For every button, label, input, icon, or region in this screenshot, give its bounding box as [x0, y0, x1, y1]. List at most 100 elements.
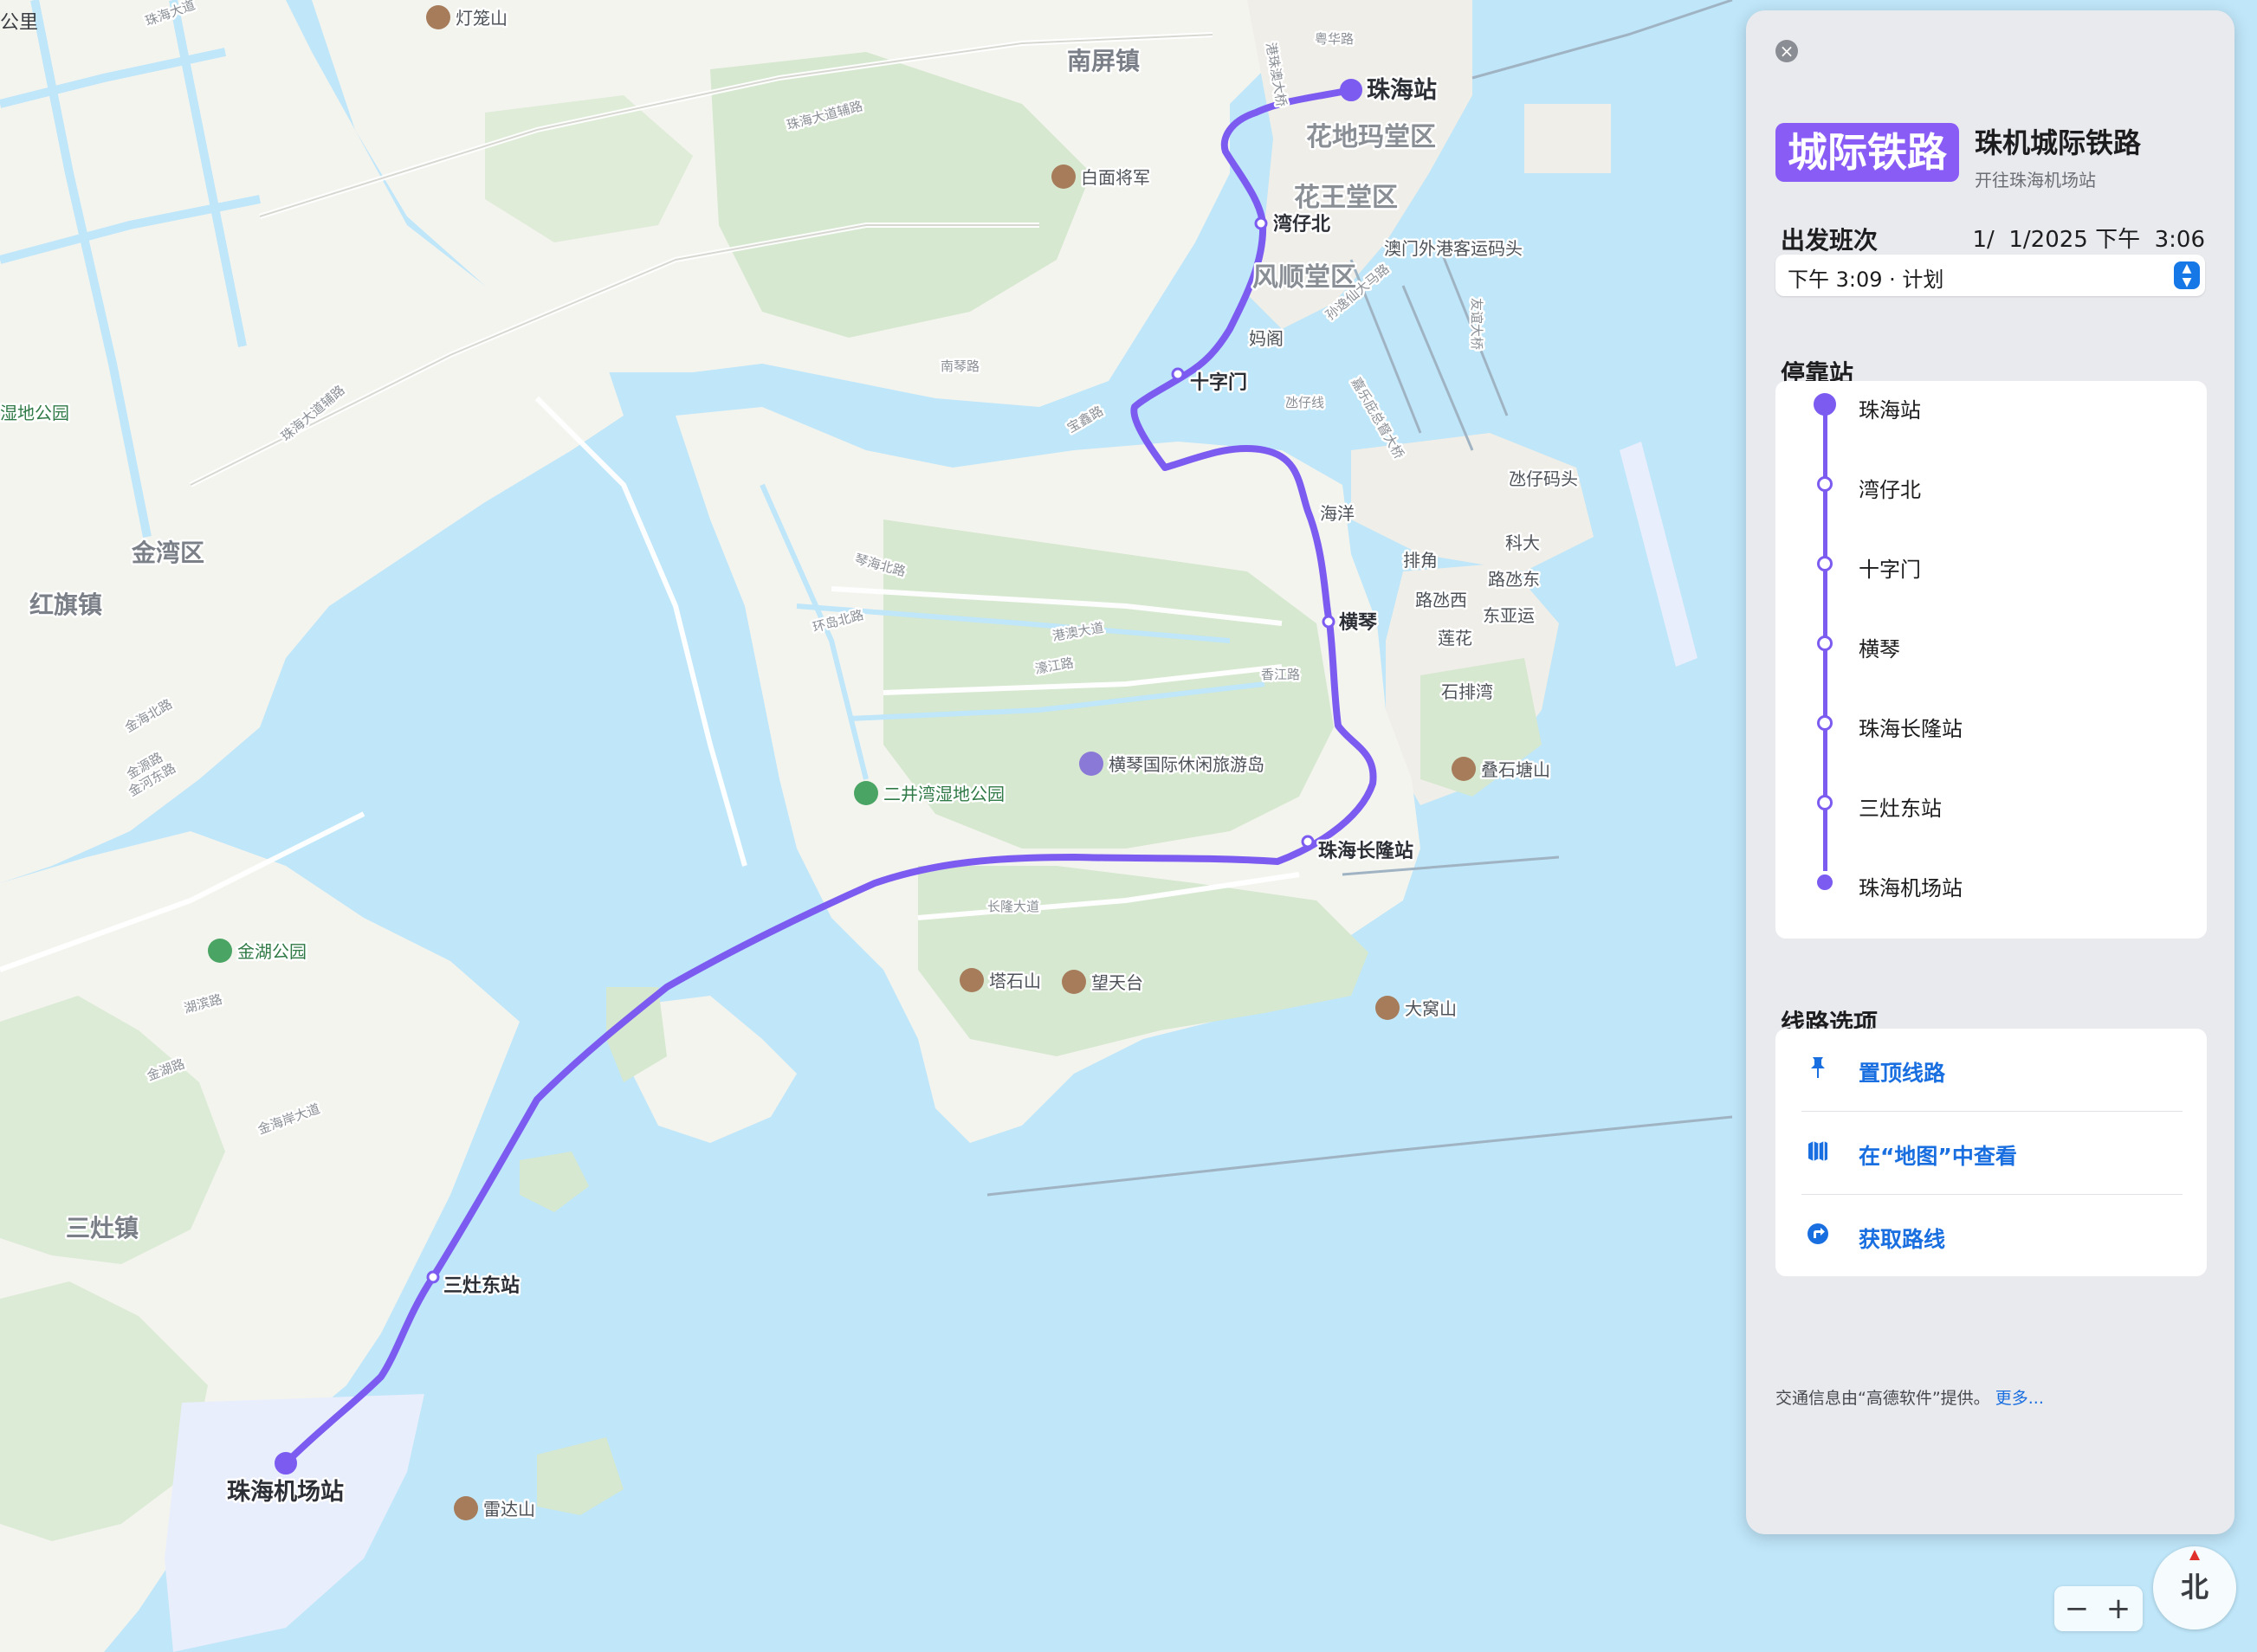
stop-row[interactable]: 珠海机场站: [1775, 866, 2200, 900]
option-label: 置顶线路: [1859, 1061, 1946, 1086]
stop-name: 三灶东站: [1859, 797, 1942, 821]
map-icon: [1808, 1141, 1827, 1161]
compass-button[interactable]: 北: [2153, 1546, 2236, 1629]
close-button[interactable]: ×: [1775, 40, 1798, 62]
park-label: 金湖公园: [237, 941, 307, 962]
mountain-icon[interactable]: [1375, 996, 1400, 1020]
get-directions-option[interactable]: 获取路线: [1775, 1195, 2207, 1278]
place-label: 路氹东: [1488, 569, 1540, 590]
town-label: 红旗镇: [29, 590, 102, 619]
stop-row[interactable]: 横琴: [1775, 627, 2200, 661]
park-label: 二井湾湿地公园: [883, 784, 1005, 804]
place-label: 氹仔码头: [1509, 468, 1578, 489]
station-label[interactable]: 三灶东站: [442, 1273, 522, 1300]
stop-row[interactable]: 珠海站: [1775, 388, 2200, 423]
stop-row[interactable]: 湾仔北: [1775, 468, 2200, 502]
road-label: 香江路: [1261, 667, 1300, 682]
stop-marker-icon: [1817, 556, 1833, 571]
place-label: 莲花: [1438, 628, 1472, 649]
station-label[interactable]: 十字门: [1188, 370, 1250, 397]
poi-label: 叠石塘山: [1481, 759, 1550, 780]
park-label: 湿地公园: [0, 403, 69, 423]
station-label[interactable]: 湾仔北: [1271, 211, 1333, 238]
road-label: 长隆大道: [987, 899, 1039, 914]
park-icon[interactable]: [854, 781, 878, 805]
stop-marker-icon: [1817, 795, 1833, 810]
option-label: 获取路线: [1859, 1227, 1946, 1252]
attribution-text: 交通信息由“高德软件”提供。: [1775, 1389, 1990, 1408]
stop-row[interactable]: 珠海长隆站: [1775, 707, 2200, 741]
district-label: 风顺堂区: [1252, 262, 1356, 293]
mountain-icon[interactable]: [1452, 757, 1476, 781]
poi-label: 雷达山: [483, 1499, 535, 1520]
zoom-out-button[interactable]: −: [2058, 1591, 2096, 1626]
select-stepper-icon: ▲ ▼: [2174, 261, 2200, 289]
park-icon[interactable]: [208, 939, 232, 963]
road-label: 南琴路: [941, 358, 980, 374]
mountain-icon[interactable]: [960, 968, 984, 992]
stop-name: 珠海机场站: [1859, 876, 1963, 900]
stops-list: 珠海站湾仔北十字门横琴珠海长隆站三灶东站珠海机场站: [1775, 381, 2207, 939]
station-marker[interactable]: [426, 1270, 440, 1284]
pin-route-option[interactable]: 置顶线路: [1775, 1029, 2207, 1112]
directions-icon: [1808, 1223, 1828, 1244]
mountain-icon[interactable]: [1062, 970, 1086, 994]
departure-selected-value: 下午 3:09 · 计划: [1788, 268, 1944, 292]
station-marker[interactable]: [1301, 835, 1315, 849]
scale-label: 公里: [0, 12, 39, 34]
departure-date[interactable]: 1/ 1/2025 下午 3:06: [1973, 222, 2205, 254]
place-label: 排角: [1403, 550, 1438, 571]
scale-bar: 公里: [0, 0, 52, 35]
stop-name: 湾仔北: [1859, 478, 1921, 502]
line-name: 珠机城际铁路: [1975, 126, 2142, 159]
station-label[interactable]: 珠海机场站: [225, 1477, 346, 1508]
stop-marker-icon: [1814, 393, 1836, 416]
place-label: 妈阁: [1249, 328, 1284, 349]
station-marker[interactable]: [1171, 367, 1185, 381]
mountain-icon[interactable]: [426, 5, 450, 29]
departure-select[interactable]: 下午 3:09 · 计划 ▲ ▼: [1775, 255, 2205, 296]
place-label: 科大: [1505, 532, 1540, 553]
stop-name: 横琴: [1859, 637, 1900, 661]
poi-label: 大窝山: [1405, 998, 1457, 1019]
district-label: 花地玛堂区: [1306, 122, 1436, 152]
stop-row[interactable]: 三灶东站: [1775, 786, 2200, 821]
station-label[interactable]: 珠海长隆站: [1316, 838, 1416, 865]
zoom-in-button[interactable]: +: [2099, 1591, 2137, 1626]
town-label: 金湾区: [131, 539, 204, 567]
road-label: 粤华路: [1315, 31, 1354, 47]
stop-marker-icon: [1817, 476, 1833, 492]
landmark-icon[interactable]: [1079, 752, 1103, 776]
poi-label: 望天台: [1091, 972, 1143, 993]
compass-label: 北: [2180, 1571, 2208, 1604]
compass-north-indicator-icon: [2189, 1550, 2200, 1560]
stop-marker-icon: [1817, 636, 1833, 651]
road-label: 友谊大桥: [1469, 298, 1484, 350]
more-link[interactable]: 更多...: [1995, 1389, 2044, 1408]
route-detail-panel: × 城际铁路 珠机城际铁路 开往珠海机场站 出发班次 1/ 1/2025 下午 …: [1746, 10, 2234, 1534]
station-marker[interactable]: [1254, 216, 1268, 230]
poi-label: 白面将军: [1081, 167, 1150, 188]
stop-row[interactable]: 十字门: [1775, 547, 2200, 582]
road-label: 氹仔线: [1285, 395, 1324, 410]
place-label: 石排湾: [1441, 681, 1493, 702]
town-label: 三灶镇: [66, 1214, 139, 1242]
place-label: 路氹西: [1415, 590, 1467, 610]
pin-icon: [1811, 1057, 1825, 1078]
mountain-icon[interactable]: [1051, 165, 1076, 189]
station-marker[interactable]: [275, 1452, 297, 1475]
view-in-maps-option[interactable]: 在“地图”中查看: [1775, 1112, 2207, 1195]
zoom-control: − +: [2054, 1586, 2143, 1631]
place-label: 东亚运: [1483, 605, 1535, 626]
poi-label: 塔石山: [989, 971, 1041, 991]
line-direction: 开往珠海机场站: [1975, 170, 2096, 190]
mountain-icon[interactable]: [454, 1496, 478, 1520]
stop-marker-icon: [1817, 715, 1833, 731]
station-label[interactable]: 横琴: [1337, 610, 1381, 636]
departures-heading: 出发班次: [1781, 226, 1879, 255]
station-label[interactable]: 珠海站: [1365, 75, 1439, 106]
line-type-badge: 城际铁路: [1775, 123, 1959, 182]
poi-label: 灯笼山: [456, 8, 508, 29]
station-marker[interactable]: [1322, 615, 1335, 629]
station-marker[interactable]: [1340, 79, 1362, 101]
